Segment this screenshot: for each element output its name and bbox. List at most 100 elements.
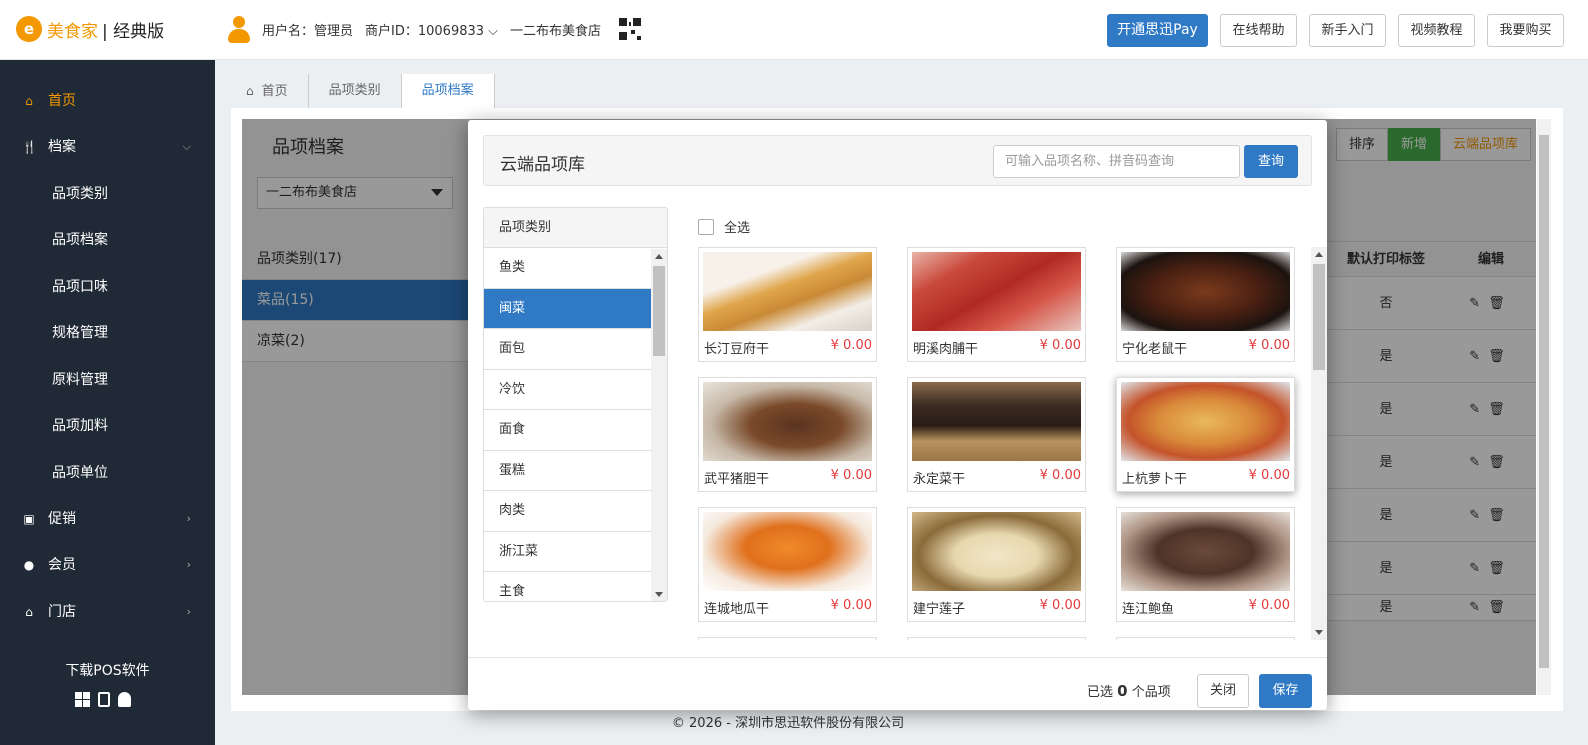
online-help-button[interactable]: 在线帮助 [1220, 14, 1297, 47]
item-card[interactable]: 明溪肉脯干 ¥ 0.00 [907, 247, 1086, 362]
category-item[interactable]: 主食 [484, 572, 651, 601]
item-image [1121, 252, 1290, 331]
item-image [703, 512, 872, 591]
category-item[interactable]: 浙江菜 [484, 532, 651, 572]
sidebar-item-label: 门店 [48, 604, 76, 620]
tab-label: 首页 [261, 84, 288, 99]
sidebar-item-spec-management[interactable]: 规格管理 [0, 313, 215, 353]
android-icon[interactable] [118, 692, 131, 707]
footer-copyright: © 2026 - 深圳市思迅软件股份有限公司 [671, 716, 905, 731]
username-label: 用户名：管理员 [262, 23, 354, 39]
sidebar-item-label: 会员 [48, 557, 76, 573]
item-card[interactable]: 永定菜干 ¥ 0.00 [907, 377, 1086, 492]
selected-prefix: 已选 [1087, 685, 1114, 700]
page-scrollbar[interactable] [1537, 119, 1551, 695]
category-item[interactable]: 鱼类 [484, 248, 651, 289]
item-price: ¥ 0.00 [830, 338, 872, 353]
category-scrollbar[interactable] [651, 249, 667, 601]
tab-home[interactable]: ⌂ 首页 [230, 74, 309, 108]
selected-suffix: 个品项 [1131, 685, 1171, 700]
select-all-checkbox[interactable] [698, 218, 714, 235]
item-price: ¥ 0.00 [1039, 468, 1081, 483]
logo[interactable]: e 美食家 | 经典版 [16, 16, 164, 42]
item-grid: 长汀豆府干 ¥ 0.00 明溪肉脯干 ¥ 0.00 宁化老鼠干 ¥ 0.00 武… [698, 247, 1304, 640]
cutlery-icon: 🍴 [22, 140, 37, 154]
category-item[interactable]: 闽菜 [484, 288, 651, 329]
item-card[interactable]: 武平猪胆干 ¥ 0.00 [698, 377, 877, 492]
item-card[interactable]: 连城地瓜干 ¥ 0.00 [698, 507, 877, 622]
sidebar-item-item-unit[interactable]: 品项单位 [0, 453, 215, 493]
item-card[interactable]: 连江鲍鱼 ¥ 0.00 [1116, 507, 1295, 622]
sidebar-item-label: 档案 [48, 139, 76, 155]
item-price: ¥ 0.00 [830, 598, 872, 613]
merchant-id-dropdown[interactable]: 商户ID：10069833 ⌵ [365, 20, 498, 39]
windows-icon[interactable] [75, 692, 90, 707]
purchase-button[interactable]: 我要购买 [1487, 14, 1564, 47]
select-all[interactable]: 全选 [698, 217, 750, 236]
category-item[interactable]: 面包 [484, 329, 651, 370]
tablet-icon[interactable] [98, 692, 110, 707]
chevron-right-icon: › [186, 605, 191, 618]
item-card[interactable]: 长汀豆府干 ¥ 0.00 [698, 247, 877, 362]
open-pay-button[interactable]: 开通思迅Pay [1107, 14, 1208, 47]
item-name: 连城地瓜干 [704, 602, 770, 617]
sidebar-item-item-archive[interactable]: 品项档案 [0, 220, 215, 260]
gift-icon: ▣ [23, 512, 35, 526]
sidebar-item-item-category[interactable]: 品项类别 [0, 174, 215, 214]
category-item[interactable]: 肉类 [484, 491, 651, 532]
sidebar: ⌂ 首页 🍴 档案 ⌵ 品项类别 品项档案 品项口味 规格管理 原料管理 品项加… [0, 60, 215, 745]
sidebar-item-item-addon[interactable]: 品项加料 [0, 406, 215, 446]
save-button[interactable]: 保存 [1259, 674, 1312, 708]
item-price: ¥ 0.00 [1248, 338, 1290, 353]
sidebar-item-label: 品项类别 [52, 186, 108, 202]
item-name: 宁化老鼠干 [1122, 342, 1188, 357]
users-icon: ● [23, 558, 35, 572]
item-price: ¥ 0.00 [1039, 338, 1081, 353]
item-card[interactable] [698, 637, 877, 640]
item-image [1121, 382, 1290, 461]
sidebar-item-item-taste[interactable]: 品项口味 [0, 267, 215, 307]
item-image [912, 512, 1081, 591]
qr-code-icon[interactable] [619, 18, 642, 40]
sidebar-item-archive[interactable]: 🍴 档案 ⌵ [0, 127, 215, 167]
modal-header: 云端品项库 可输入品项名称、拼音码查询 查询 [483, 135, 1312, 186]
user-info: 用户名：管理员 商户ID：10069833 ⌵ 一二布布美食店 [226, 14, 642, 44]
sidebar-item-promotion[interactable]: ▣ 促销 › [0, 499, 215, 539]
home-icon: ⌂ [25, 94, 33, 108]
sidebar-item-member[interactable]: ● 会员 › [0, 545, 215, 585]
modal-title: 云端品项库 [500, 155, 585, 175]
item-image [703, 382, 872, 461]
item-price: ¥ 0.00 [1039, 598, 1081, 613]
store-name: 一二布布美食店 [510, 23, 602, 39]
sidebar-item-store[interactable]: ⌂ 门店 › [0, 592, 215, 632]
category-item[interactable]: 蛋糕 [484, 451, 651, 491]
beginner-guide-button[interactable]: 新手入门 [1309, 14, 1386, 47]
category-list-header: 品项类别 [484, 208, 667, 248]
item-image [703, 252, 872, 331]
item-price: ¥ 0.00 [830, 468, 872, 483]
item-card[interactable] [907, 637, 1086, 640]
video-tutorial-button[interactable]: 视频教程 [1398, 14, 1475, 47]
close-button[interactable]: 关闭 [1197, 674, 1249, 708]
top-header: e 美食家 | 经典版 用户名：管理员 商户ID：10069833 ⌵ 一二布布… [0, 0, 1588, 60]
grid-scrollbar[interactable] [1311, 247, 1327, 640]
sidebar-item-label: 品项单位 [52, 465, 108, 481]
tab-item-archive[interactable]: 品项档案 [401, 74, 495, 108]
item-card[interactable] [1116, 637, 1295, 640]
tab-item-category[interactable]: 品项类别 [309, 74, 402, 108]
item-card[interactable]: 宁化老鼠干 ¥ 0.00 [1116, 247, 1295, 362]
category-item[interactable]: 冷饮 [484, 370, 651, 410]
search-button[interactable]: 查询 [1244, 145, 1298, 178]
sidebar-item-label: 品项口味 [52, 279, 108, 295]
search-input[interactable]: 可输入品项名称、拼音码查询 [993, 145, 1240, 178]
item-name: 永定菜干 [913, 472, 966, 487]
sidebar-item-home[interactable]: ⌂ 首页 [0, 81, 215, 121]
item-card[interactable]: 建宁莲子 ¥ 0.00 [907, 507, 1086, 622]
cloud-library-modal: 云端品项库 可输入品项名称、拼音码查询 查询 品项类别 鱼类 闽菜 面包 冷饮 … [468, 120, 1327, 710]
sidebar-item-material-management[interactable]: 原料管理 [0, 360, 215, 400]
download-pos-link[interactable]: 下载POS软件 [0, 660, 215, 680]
selected-number: 0 [1117, 682, 1128, 700]
category-item[interactable]: 面食 [484, 410, 651, 451]
page-tabs: ⌂ 首页 品项类别 品项档案 [230, 74, 495, 108]
item-card[interactable]: 上杭萝卜干 ¥ 0.00 [1116, 377, 1295, 492]
